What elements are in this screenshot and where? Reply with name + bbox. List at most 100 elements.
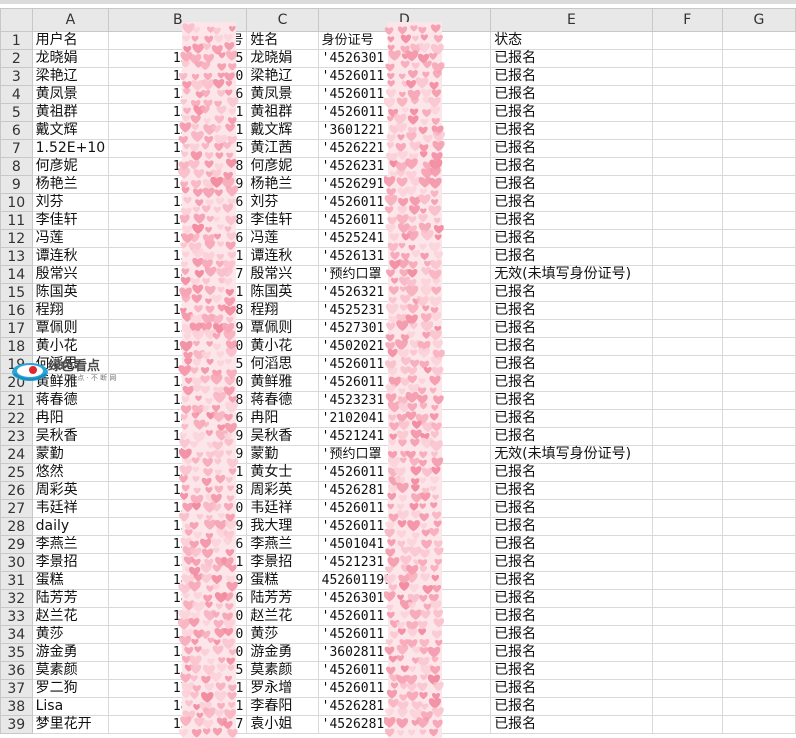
cell-status[interactable]: 已报名: [490, 481, 653, 500]
cell-empty[interactable]: [721, 157, 796, 176]
cell-empty[interactable]: [721, 661, 796, 680]
cell-name[interactable]: 戴文辉: [246, 121, 319, 140]
cell-empty[interactable]: [721, 463, 796, 482]
row-header[interactable]: 22: [0, 409, 33, 428]
row-header[interactable]: 1: [0, 31, 33, 50]
cell-name[interactable]: 李燕兰: [246, 535, 319, 554]
cell-empty[interactable]: [651, 373, 723, 392]
cell-empty[interactable]: [721, 31, 796, 50]
cell-empty[interactable]: [721, 535, 796, 554]
cell-name[interactable]: 梁艳辽: [246, 67, 319, 86]
cell-status[interactable]: 已报名: [490, 517, 653, 536]
cell-status[interactable]: 已报名: [490, 427, 653, 446]
cell-username[interactable]: 周彩英: [31, 481, 110, 500]
cell-status[interactable]: 已报名: [490, 49, 653, 68]
row-header[interactable]: 24: [0, 445, 33, 464]
cell-username[interactable]: daily: [31, 517, 110, 536]
cell-username[interactable]: 用户名: [31, 31, 110, 50]
cell-empty[interactable]: [651, 589, 723, 608]
column-header-a[interactable]: A: [31, 8, 110, 32]
row-header[interactable]: 28: [0, 517, 33, 536]
select-all-corner[interactable]: [0, 8, 33, 32]
cell-empty[interactable]: [721, 571, 796, 590]
cell-name[interactable]: 陈国英: [246, 283, 319, 302]
cell-empty[interactable]: [651, 175, 723, 194]
cell-username[interactable]: 蛋糕: [31, 571, 110, 590]
cell-name[interactable]: 韦廷祥: [246, 499, 319, 518]
cell-empty[interactable]: [721, 679, 796, 698]
cell-empty[interactable]: [721, 517, 796, 536]
cell-username[interactable]: 游金勇: [31, 643, 110, 662]
row-header[interactable]: 38: [0, 697, 33, 716]
cell-empty[interactable]: [721, 301, 796, 320]
row-header[interactable]: 34: [0, 625, 33, 644]
column-header-f[interactable]: F: [651, 8, 723, 32]
cell-empty[interactable]: [651, 661, 723, 680]
cell-status[interactable]: 已报名: [490, 679, 653, 698]
cell-empty[interactable]: [721, 589, 796, 608]
cell-empty[interactable]: [651, 463, 723, 482]
cell-username[interactable]: 李佳轩: [31, 211, 110, 230]
row-header[interactable]: 29: [0, 535, 33, 554]
cell-empty[interactable]: [651, 499, 723, 518]
cell-status[interactable]: 已报名: [490, 211, 653, 230]
cell-username[interactable]: 殷常兴: [31, 265, 110, 284]
row-header[interactable]: 30: [0, 553, 33, 572]
cell-status[interactable]: 已报名: [490, 103, 653, 122]
cell-name[interactable]: 蒙勤: [246, 445, 319, 464]
cell-username[interactable]: 黄小花: [31, 337, 110, 356]
cell-empty[interactable]: [721, 139, 796, 158]
cell-username[interactable]: 杨艳兰: [31, 175, 110, 194]
row-header[interactable]: 31: [0, 571, 33, 590]
cell-status[interactable]: 已报名: [490, 643, 653, 662]
cell-status[interactable]: 已报名: [490, 157, 653, 176]
cell-empty[interactable]: [651, 391, 723, 410]
cell-status[interactable]: 已报名: [490, 391, 653, 410]
cell-empty[interactable]: [651, 49, 723, 68]
cell-name[interactable]: 殷常兴: [246, 265, 319, 284]
cell-username[interactable]: 李景招: [31, 553, 110, 572]
cell-username[interactable]: 赵兰花: [31, 607, 110, 626]
row-header[interactable]: 36: [0, 661, 33, 680]
cell-status[interactable]: 已报名: [490, 607, 653, 626]
cell-status[interactable]: 已报名: [490, 139, 653, 158]
cell-username[interactable]: 程翔: [31, 301, 110, 320]
cell-empty[interactable]: [721, 121, 796, 140]
row-header[interactable]: 17: [0, 319, 33, 338]
cell-name[interactable]: 何彦妮: [246, 157, 319, 176]
cell-status[interactable]: 已报名: [490, 697, 653, 716]
cell-status[interactable]: 已报名: [490, 355, 653, 374]
row-header[interactable]: 6: [0, 121, 33, 140]
cell-status[interactable]: 已报名: [490, 661, 653, 680]
cell-empty[interactable]: [721, 625, 796, 644]
cell-empty[interactable]: [651, 211, 723, 230]
cell-empty[interactable]: [721, 103, 796, 122]
cell-empty[interactable]: [721, 715, 796, 734]
row-header[interactable]: 35: [0, 643, 33, 662]
cell-empty[interactable]: [651, 607, 723, 626]
cell-status[interactable]: 已报名: [490, 499, 653, 518]
cell-status[interactable]: 已报名: [490, 175, 653, 194]
cell-username[interactable]: 梦里花开: [31, 715, 110, 734]
cell-empty[interactable]: [651, 553, 723, 572]
cell-name[interactable]: 谭连秋: [246, 247, 319, 266]
cell-empty[interactable]: [651, 625, 723, 644]
cell-status[interactable]: 已报名: [490, 571, 653, 590]
cell-empty[interactable]: [721, 697, 796, 716]
cell-empty[interactable]: [721, 229, 796, 248]
cell-empty[interactable]: [721, 481, 796, 500]
cell-username[interactable]: 谭连秋: [31, 247, 110, 266]
cell-username[interactable]: 1.52E+10: [31, 139, 110, 158]
cell-name[interactable]: 杨艳兰: [246, 175, 319, 194]
row-header[interactable]: 11: [0, 211, 33, 230]
cell-status[interactable]: 已报名: [490, 85, 653, 104]
cell-name[interactable]: 姓名: [246, 31, 319, 50]
cell-empty[interactable]: [721, 85, 796, 104]
row-header[interactable]: 21: [0, 391, 33, 410]
cell-status[interactable]: 无效(未填写身份证号): [490, 265, 653, 284]
cell-empty[interactable]: [721, 319, 796, 338]
cell-status[interactable]: 已报名: [490, 283, 653, 302]
cell-empty[interactable]: [651, 265, 723, 284]
cell-empty[interactable]: [651, 319, 723, 338]
cell-name[interactable]: 罗永增: [246, 679, 319, 698]
